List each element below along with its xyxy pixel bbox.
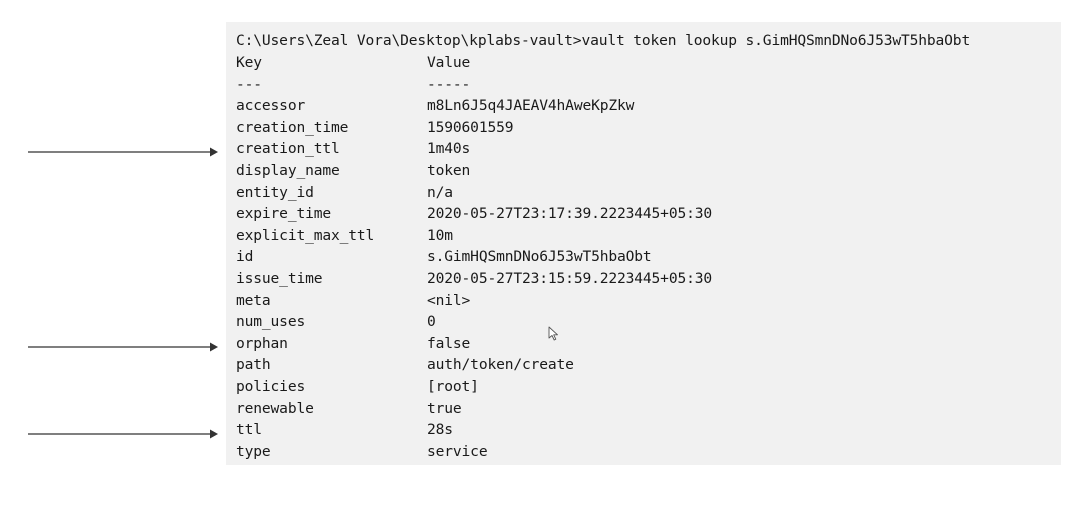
row-key: policies — [236, 377, 306, 395]
table-row: creation_time 1590601559 — [236, 117, 1056, 139]
row-key: issue_time — [236, 269, 323, 287]
row-value: [root] — [427, 377, 479, 395]
table-row: creation_ttl 1m40s — [236, 138, 1056, 160]
row-value: <nil> — [427, 291, 471, 309]
row-value: 1590601559 — [427, 118, 514, 136]
row-value: 0 — [427, 313, 436, 331]
row-value: false — [427, 334, 471, 352]
table-header: Key Value — [236, 52, 1056, 74]
row-key: explicit_max_ttl — [236, 226, 375, 244]
row-key: creation_time — [236, 118, 349, 136]
row-key: meta — [236, 291, 271, 309]
row-value: 10m — [427, 226, 453, 244]
row-value: 28s — [427, 421, 453, 439]
row-key: path — [236, 356, 271, 374]
key-value-table: Key Value --- ----- accessor m8Ln6J5q4JAE… — [236, 52, 1056, 462]
row-key: entity_id — [236, 183, 314, 201]
row-value: m8Ln6J5q4JAEAV4hAweKpZkw — [427, 97, 635, 115]
table-row: id s.GimHQSmnDNo6J53wT5hbaObt — [236, 246, 1056, 268]
table-row: ttl 28s — [236, 419, 1056, 441]
row-value: 2020-05-27T23:15:59.2223445+05:30 — [427, 269, 712, 287]
table-row: display_name token — [236, 160, 1056, 182]
table-row: policies [root] — [236, 376, 1056, 398]
header-value: Value — [427, 54, 471, 71]
row-key: accessor — [236, 97, 306, 115]
table-row: entity_id n/a — [236, 182, 1056, 204]
row-key: num_uses — [236, 313, 306, 331]
table-row: num_uses 0 — [236, 311, 1056, 333]
header-key: Key — [236, 54, 262, 71]
mouse-pointer-icon — [548, 326, 560, 342]
row-value: true — [427, 399, 462, 417]
command-line: C:\Users\Zeal Vora\Desktop\kplabs-vault>… — [236, 32, 971, 49]
screenshot-stage: C:\Users\Zeal Vora\Desktop\kplabs-vault>… — [0, 0, 1067, 511]
row-value: token — [427, 161, 471, 179]
row-key: id — [236, 248, 254, 266]
table-separator: --- ----- — [236, 74, 1056, 96]
row-value: auth/token/create — [427, 356, 574, 374]
table-row: meta <nil> — [236, 290, 1056, 312]
table-row: orphan false — [236, 333, 1056, 355]
row-value: s.GimHQSmnDNo6J53wT5hbaObt — [427, 248, 652, 266]
separator-value: ----- — [427, 75, 471, 93]
annotation-arrow-orphan — [28, 341, 218, 353]
row-value: service — [427, 442, 488, 460]
row-key: renewable — [236, 399, 314, 417]
row-key: orphan — [236, 334, 288, 352]
annotation-arrow-ttl — [28, 428, 218, 440]
table-body: accessor m8Ln6J5q4JAEAV4hAweKpZkw creation… — [236, 95, 1056, 462]
table-row: type service — [236, 441, 1056, 463]
table-row: path auth/token/create — [236, 354, 1056, 376]
table-row: accessor m8Ln6J5q4JAEAV4hAweKpZkw — [236, 95, 1056, 117]
row-key: creation_ttl — [236, 140, 340, 158]
table-row: renewable true — [236, 398, 1056, 420]
row-value: 2020-05-27T23:17:39.2223445+05:30 — [427, 205, 712, 223]
separator-key: --- — [236, 75, 262, 93]
row-key: display_name — [236, 161, 340, 179]
table-row: expire_time 2020-05-27T23:17:39.2223445+0… — [236, 203, 1056, 225]
row-key: ttl — [236, 421, 262, 439]
row-key: type — [236, 442, 271, 460]
table-row: explicit_max_ttl 10m — [236, 225, 1056, 247]
row-key: expire_time — [236, 205, 331, 223]
row-value: 1m40s — [427, 140, 471, 158]
annotation-arrow-creation-ttl — [28, 146, 218, 158]
terminal-output: C:\Users\Zeal Vora\Desktop\kplabs-vault>… — [226, 22, 1061, 465]
row-value: n/a — [427, 183, 453, 201]
table-row: issue_time 2020-05-27T23:15:59.2223445+05… — [236, 268, 1056, 290]
